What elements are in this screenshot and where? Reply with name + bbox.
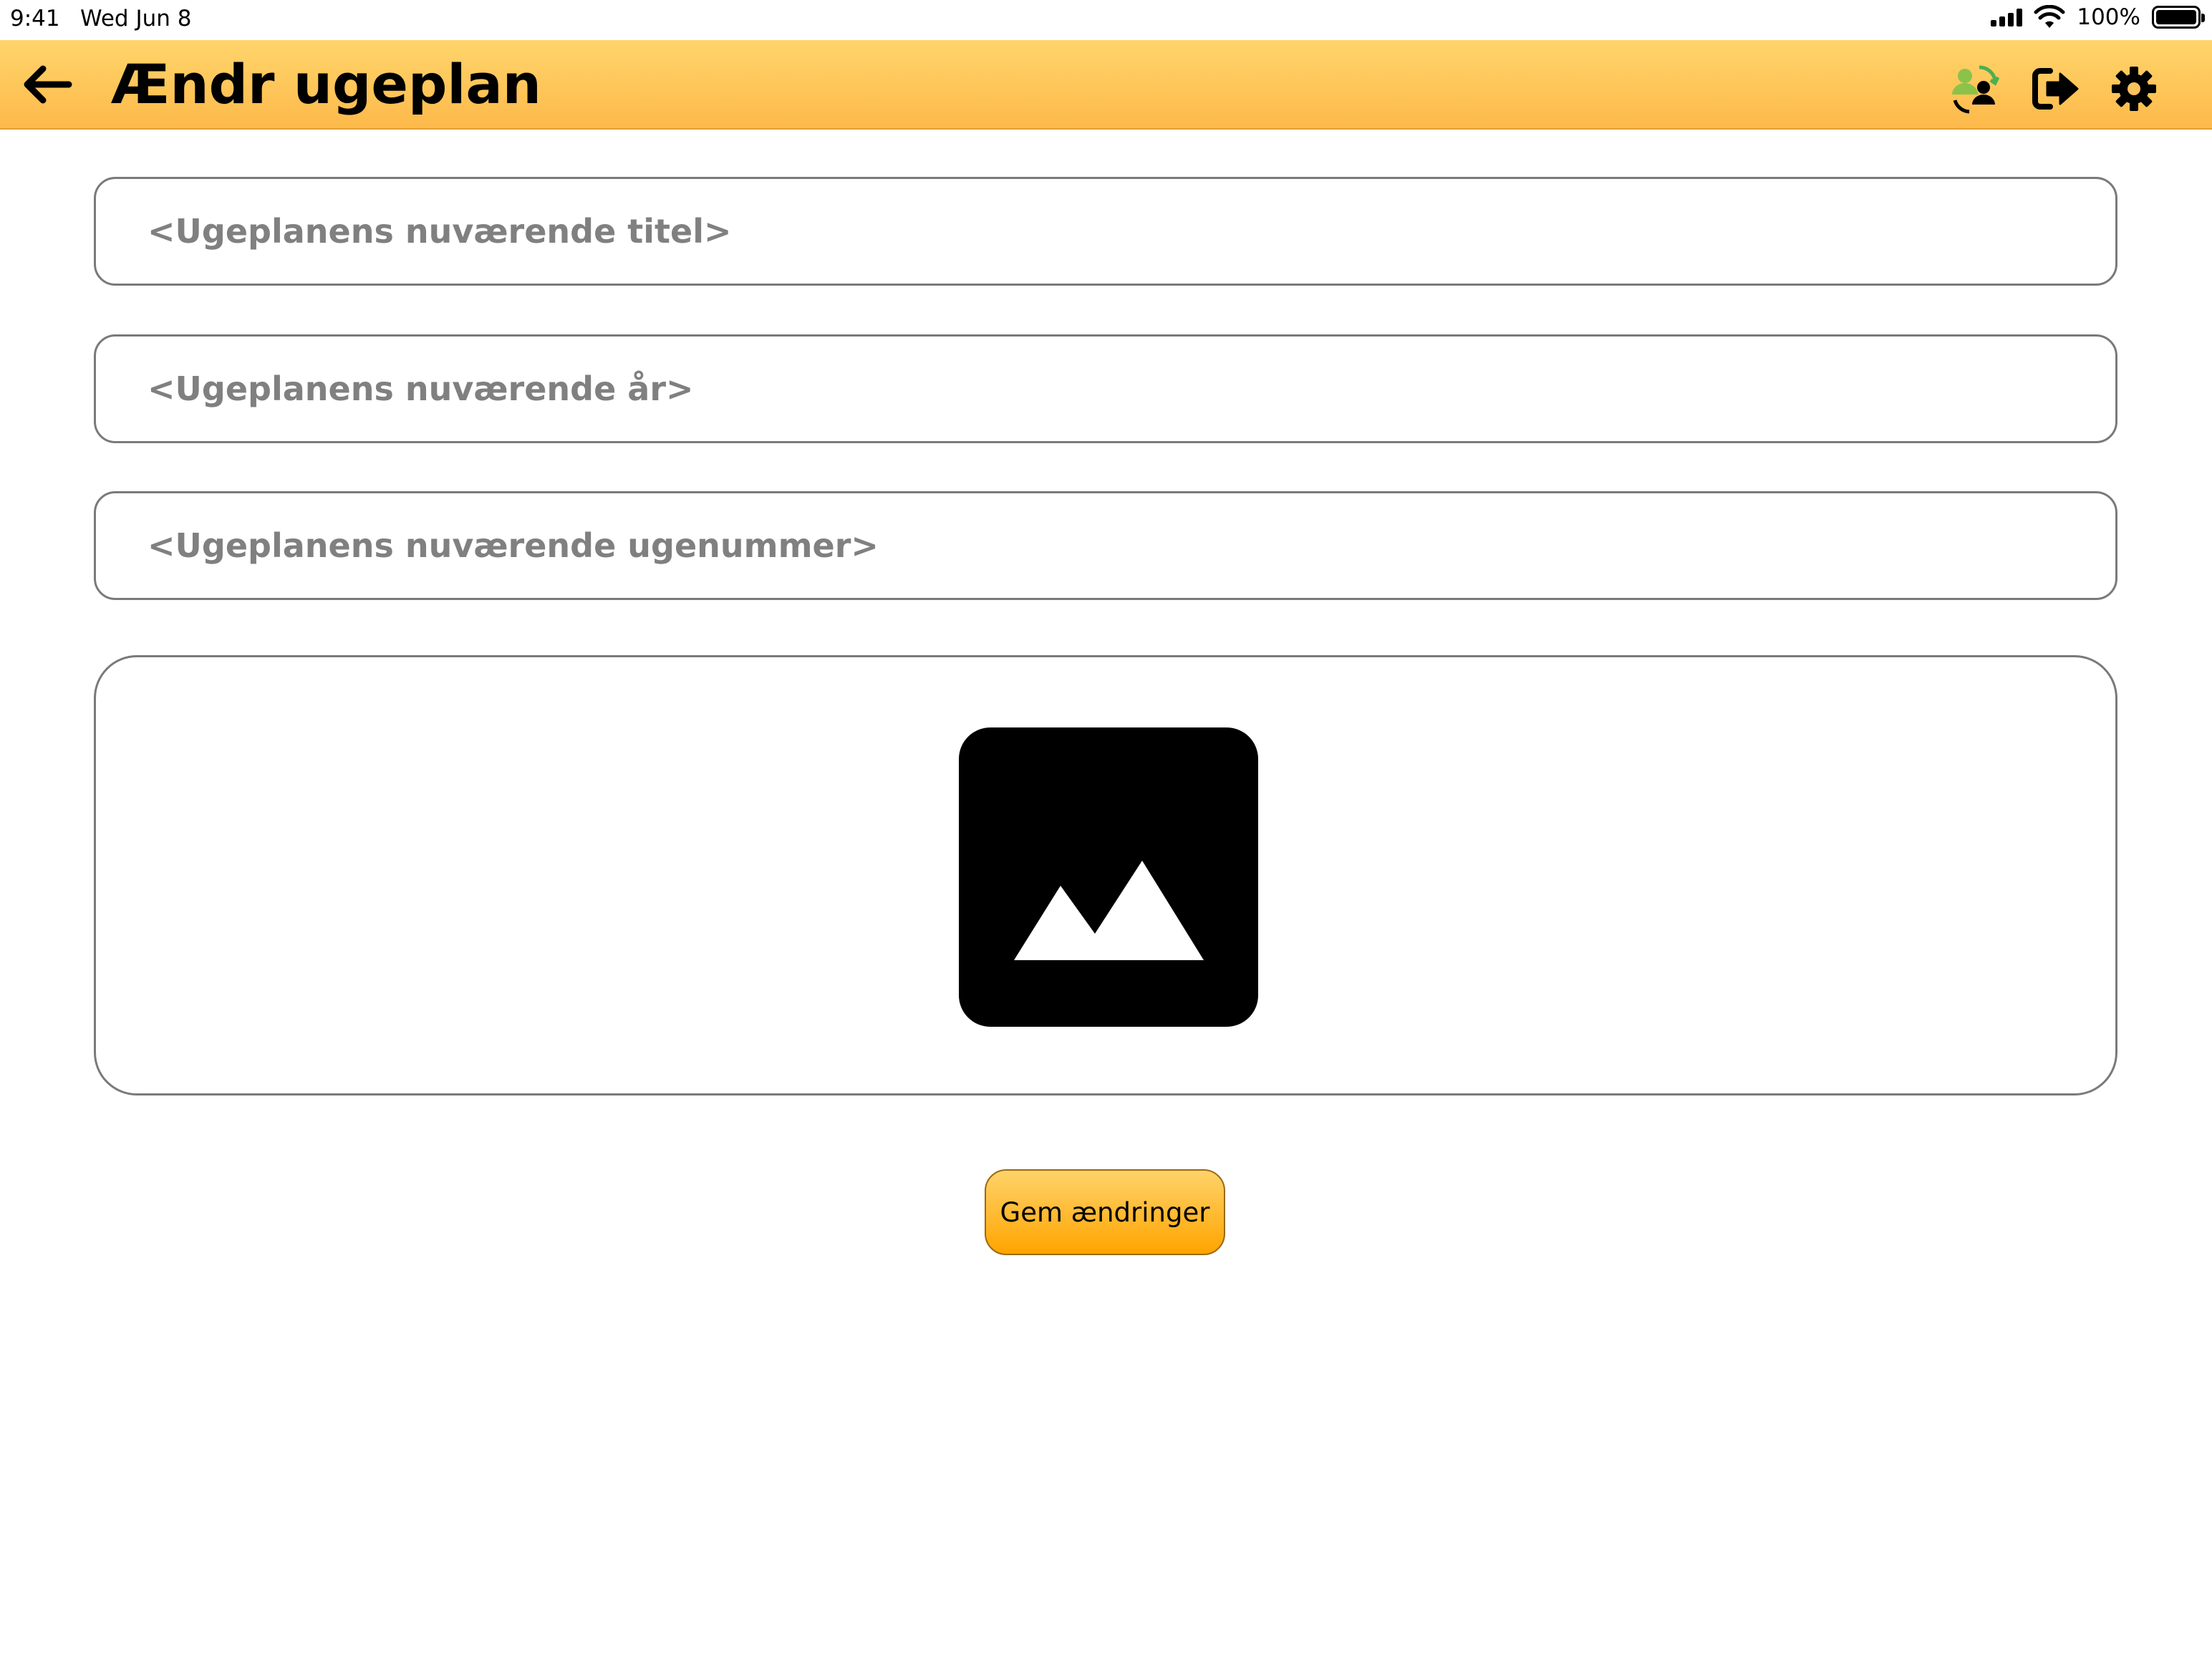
week-number-field[interactable] — [94, 491, 2117, 600]
status-bar: 9:41 Wed Jun 8 100% — [0, 0, 2212, 40]
battery-percent: 100% — [2077, 4, 2140, 30]
back-arrow-icon — [24, 65, 72, 104]
title-field[interactable] — [94, 177, 2117, 286]
page-title: Ændr ugeplan — [111, 52, 541, 116]
back-button[interactable] — [19, 60, 74, 109]
app-header: Ændr ugeplan — [0, 40, 2212, 130]
switch-user-button[interactable] — [1948, 62, 2002, 116]
settings-button[interactable] — [2107, 62, 2161, 116]
cellular-signal-icon — [1991, 8, 2023, 26]
settings-gear-icon — [2112, 67, 2156, 111]
title-input[interactable] — [146, 179, 2080, 284]
battery-icon — [2152, 6, 2205, 29]
wifi-icon — [2034, 5, 2065, 28]
switch-user-icon — [1952, 65, 2000, 114]
year-input[interactable] — [146, 337, 2080, 441]
week-number-input[interactable] — [146, 493, 2080, 598]
status-date: Wed Jun 8 — [80, 6, 192, 32]
status-indicators: 100% — [1991, 4, 2205, 30]
logout-icon — [2032, 68, 2079, 110]
logout-button[interactable] — [2029, 62, 2084, 116]
image-picker-button[interactable] — [959, 727, 1258, 1027]
year-field[interactable] — [94, 334, 2117, 443]
save-changes-button[interactable]: Gem ændringer — [985, 1169, 1225, 1255]
image-placeholder-icon — [1014, 861, 1204, 960]
image-picker-box — [94, 655, 2117, 1095]
status-time: 9:41 — [10, 6, 60, 32]
